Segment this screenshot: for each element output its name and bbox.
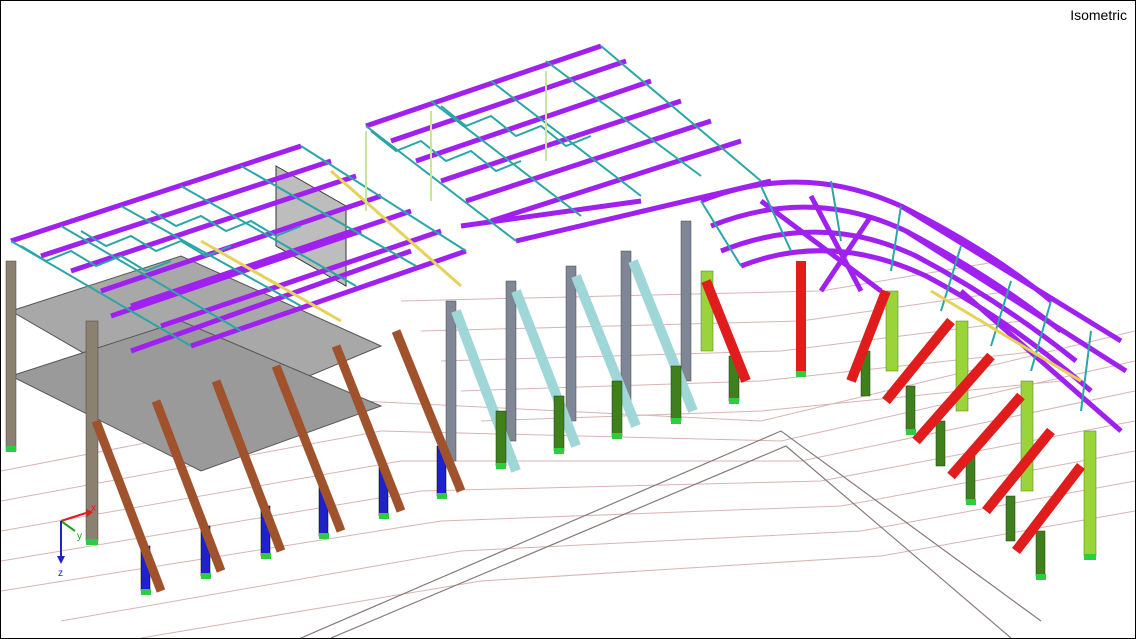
structure-canvas[interactable]: x y z	[1, 1, 1135, 638]
axis-z-label: z	[58, 568, 63, 579]
columns-blue	[140, 445, 447, 592]
roof-middle	[365, 43, 772, 244]
axis-y-label: y	[77, 531, 82, 542]
model-viewport[interactable]: Isometric x y z	[0, 0, 1136, 639]
axis-x-label: x	[91, 503, 96, 514]
floor-outline	[300, 430, 1042, 638]
floor-slabs	[9, 165, 383, 472]
